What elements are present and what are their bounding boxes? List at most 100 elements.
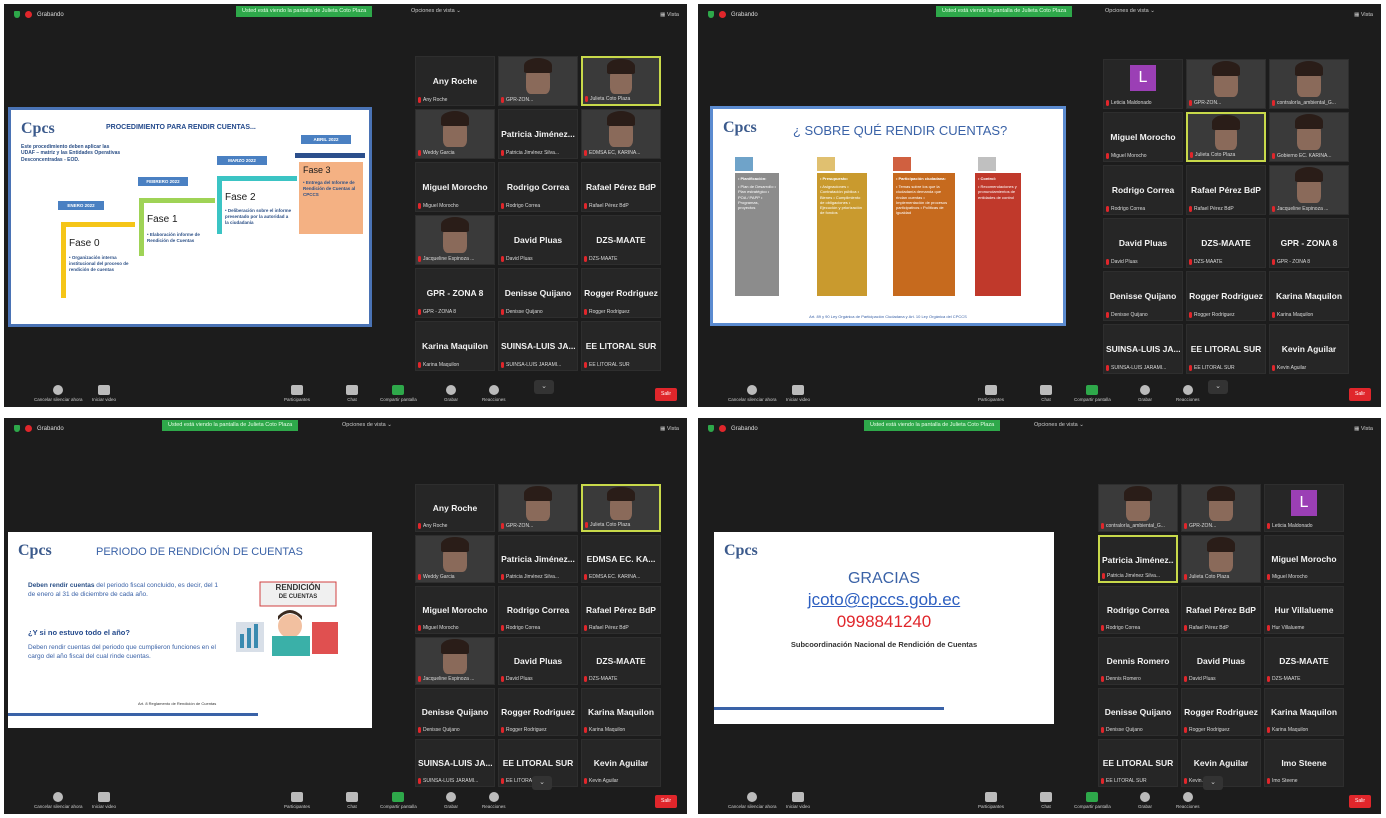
reactions-button[interactable]: Reacciones [482, 385, 506, 402]
participant-tile[interactable]: contraloría_ambiental_G... [1269, 59, 1349, 109]
view-button[interactable]: ▦ Vista [1354, 426, 1373, 432]
view-button[interactable]: ▦ Vista [1354, 12, 1373, 18]
view-options-button[interactable]: Opciones de vista ⌄ [1034, 422, 1084, 428]
chat-button[interactable]: Chat [346, 792, 358, 809]
participant-tile[interactable]: Miguel Morocho Miguel Morocho [415, 586, 495, 634]
participants-button[interactable]: Participantes [284, 385, 310, 402]
participant-tile[interactable]: David Pluas David Pluas [498, 637, 578, 685]
participant-tile[interactable]: GPR-ZON... [1181, 484, 1261, 532]
participant-tile[interactable]: Miguel Morocho Miguel Morocho [1103, 112, 1183, 162]
participant-tile[interactable]: DZS-MAATE DZS-MAATE [1264, 637, 1344, 685]
participant-tile[interactable]: EE LITORAL SUR EE LITORAL SUR [1186, 324, 1266, 374]
participant-tile[interactable]: Patricia Jiménez... Patricia Jiménez Silv… [498, 109, 578, 159]
participant-tile[interactable]: Julieta Coto Plaza [1186, 112, 1266, 162]
participant-tile[interactable]: Rogger Rodriguez Rogger Rodriguez [498, 688, 578, 736]
participant-tile[interactable]: GPR-ZON... [498, 484, 578, 532]
participant-tile[interactable]: Karina Maquilon Karina Maquilon [1264, 688, 1344, 736]
participant-tile[interactable]: Rafael Pérez BdP Rafael Pérez BdP [581, 162, 661, 212]
participant-tile[interactable]: David Pluas David Pluas [498, 215, 578, 265]
video-button[interactable]: Iniciar video [786, 792, 810, 809]
participant-tile[interactable]: Hur Villalueme Hur Villalueme [1264, 586, 1344, 634]
participant-tile[interactable]: EDMSA EC, KARINA... [581, 109, 661, 159]
participant-tile[interactable]: Julieta Coto Plaza [581, 484, 661, 532]
video-button[interactable]: Iniciar video [786, 385, 810, 402]
participant-tile[interactable]: Patricia Jiménez... Patricia Jiménez Silv… [1098, 535, 1178, 583]
reactions-button[interactable]: Reacciones [482, 792, 506, 809]
participant-tile[interactable]: Denisse Quijano Denisse Quijano [498, 268, 578, 318]
participant-tile[interactable]: Rogger Rodriguez Rogger Rodriguez [1181, 688, 1261, 736]
participant-tile[interactable]: Denisse Quijano Denisse Quijano [415, 688, 495, 736]
leave-button[interactable]: Salir [655, 388, 677, 401]
leave-button[interactable]: Salir [655, 795, 677, 808]
contact-email-link[interactable]: jcoto@cpccs.gob.ec [714, 590, 1054, 610]
record-button[interactable]: Grabar [1138, 792, 1152, 809]
mute-button[interactable]: Cancelar silenciar ahora [728, 385, 777, 402]
leave-button[interactable]: Salir [1349, 795, 1371, 808]
participant-tile[interactable]: Rogger Rodriguez Rogger Rodriguez [1186, 271, 1266, 321]
recording-indicator[interactable]: Grabando [708, 425, 758, 432]
participant-tile[interactable]: Denisse Quijano Denisse Quijano [1103, 271, 1183, 321]
participant-tile[interactable]: Patricia Jiménez... Patricia Jiménez Silv… [498, 535, 578, 583]
participant-tile[interactable]: Imo Steene Imo Steene [1264, 739, 1344, 787]
mute-button[interactable]: Cancelar silenciar ahora [728, 792, 777, 809]
participant-tile[interactable]: SUINSA-LUIS JA... SUINSA-LUIS JARAMI... [498, 321, 578, 371]
participant-tile[interactable]: Julieta Coto Plaza [581, 56, 661, 106]
participant-tile[interactable]: EE LITORAL SUR EE LITORAL SUR [1098, 739, 1178, 787]
share-screen-button[interactable]: Compartir pantalla [1074, 385, 1111, 402]
participants-button[interactable]: Participantes [978, 385, 1004, 402]
participant-tile[interactable]: Miguel Morocho Miguel Morocho [415, 162, 495, 212]
participant-tile[interactable]: DZS-MAATE DZS-MAATE [581, 637, 661, 685]
leave-button[interactable]: Salir [1349, 388, 1371, 401]
view-options-button[interactable]: Opciones de vista ⌄ [411, 8, 461, 14]
chat-button[interactable]: Chat [1040, 385, 1052, 402]
participant-tile[interactable]: GPR-ZON... [1186, 59, 1266, 109]
participant-tile[interactable]: Jacqueline Espinoza ... [415, 215, 495, 265]
video-button[interactable]: Iniciar video [92, 792, 116, 809]
participant-tile[interactable]: GPR - ZONA 8 GPR - ZONA 8 [415, 268, 495, 318]
recording-indicator[interactable]: Grabando [14, 425, 64, 432]
participant-tile[interactable]: Karina Maquilon Karina Maquilon [415, 321, 495, 371]
participant-tile[interactable]: Julieta Coto Plaza [1181, 535, 1261, 583]
view-options-button[interactable]: Opciones de vista ⌄ [1105, 8, 1155, 14]
record-button[interactable]: Grabar [1138, 385, 1152, 402]
reactions-button[interactable]: Reacciones [1176, 792, 1200, 809]
participant-tile[interactable]: DZS-MAATE DZS-MAATE [581, 215, 661, 265]
participant-tile[interactable]: Weddy Garcia [415, 109, 495, 159]
participant-tile[interactable]: Gobierno EC. KARINA... [1269, 112, 1349, 162]
video-button[interactable]: Iniciar video [92, 385, 116, 402]
participants-button[interactable]: Participantes [978, 792, 1004, 809]
mute-button[interactable]: Cancelar silenciar ahora [34, 792, 83, 809]
participant-tile[interactable]: GPR - ZONA 8 GPR - ZONA 8 [1269, 218, 1349, 268]
participant-tile[interactable]: Rafael Pérez BdP Rafael Pérez BdP [1186, 165, 1266, 215]
view-button[interactable]: ▦ Vista [660, 12, 679, 18]
participant-tile[interactable]: David Pluas David Pluas [1103, 218, 1183, 268]
participant-tile[interactable]: Rodrigo Correa Rodrigo Correa [1103, 165, 1183, 215]
participant-tile[interactable]: contraloría_ambiental_G... [1098, 484, 1178, 532]
participants-button[interactable]: Participantes [284, 792, 310, 809]
participant-tile[interactable]: David Pluas David Pluas [1181, 637, 1261, 685]
reactions-button[interactable]: Reacciones [1176, 385, 1200, 402]
participant-tile[interactable]: L Leticia Maldonado [1103, 59, 1183, 109]
view-button[interactable]: ▦ Vista [660, 426, 679, 432]
participant-tile[interactable]: Jacqueline Espinoza ... [415, 637, 495, 685]
participant-tile[interactable]: Rodrigo Correa Rodrigo Correa [1098, 586, 1178, 634]
participant-tile[interactable]: DZS-MAATE DZS-MAATE [1186, 218, 1266, 268]
recording-indicator[interactable]: Grabando [14, 11, 64, 18]
participant-tile[interactable]: Denisse Quijano Denisse Quijano [1098, 688, 1178, 736]
participant-tile[interactable]: L Leticia Maldonado [1264, 484, 1344, 532]
participant-tile[interactable]: Rafael Pérez BdP Rafael Pérez BdP [581, 586, 661, 634]
participant-tile[interactable]: Rodrigo Correa Rodrigo Correa [498, 162, 578, 212]
share-screen-button[interactable]: Compartir pantalla [380, 385, 417, 402]
participant-tile[interactable]: Kevin Aguilar Kevin Aguilar [581, 739, 661, 787]
participant-tile[interactable]: SUINSA-LUIS JA... SUINSA-LUIS JARAMI... [1103, 324, 1183, 374]
participant-tile[interactable]: EDMSA EC. KA... EDMSA EC. KARINA... [581, 535, 661, 583]
record-button[interactable]: Grabar [444, 385, 458, 402]
participant-tile[interactable]: Rafael Pérez BdP Rafael Pérez BdP [1181, 586, 1261, 634]
participant-tile[interactable]: EE LITORAL SUR EE LITORAL SUR [581, 321, 661, 371]
participant-tile[interactable]: Weddy Garcia [415, 535, 495, 583]
participant-tile[interactable]: Rodrigo Correa Rodrigo Correa [498, 586, 578, 634]
participant-tile[interactable]: Any Roche Any Roche [415, 56, 495, 106]
recording-indicator[interactable]: Grabando [708, 11, 758, 18]
participant-tile[interactable]: Karina Maquilon Karina Maquilon [581, 688, 661, 736]
chat-button[interactable]: Chat [346, 385, 358, 402]
